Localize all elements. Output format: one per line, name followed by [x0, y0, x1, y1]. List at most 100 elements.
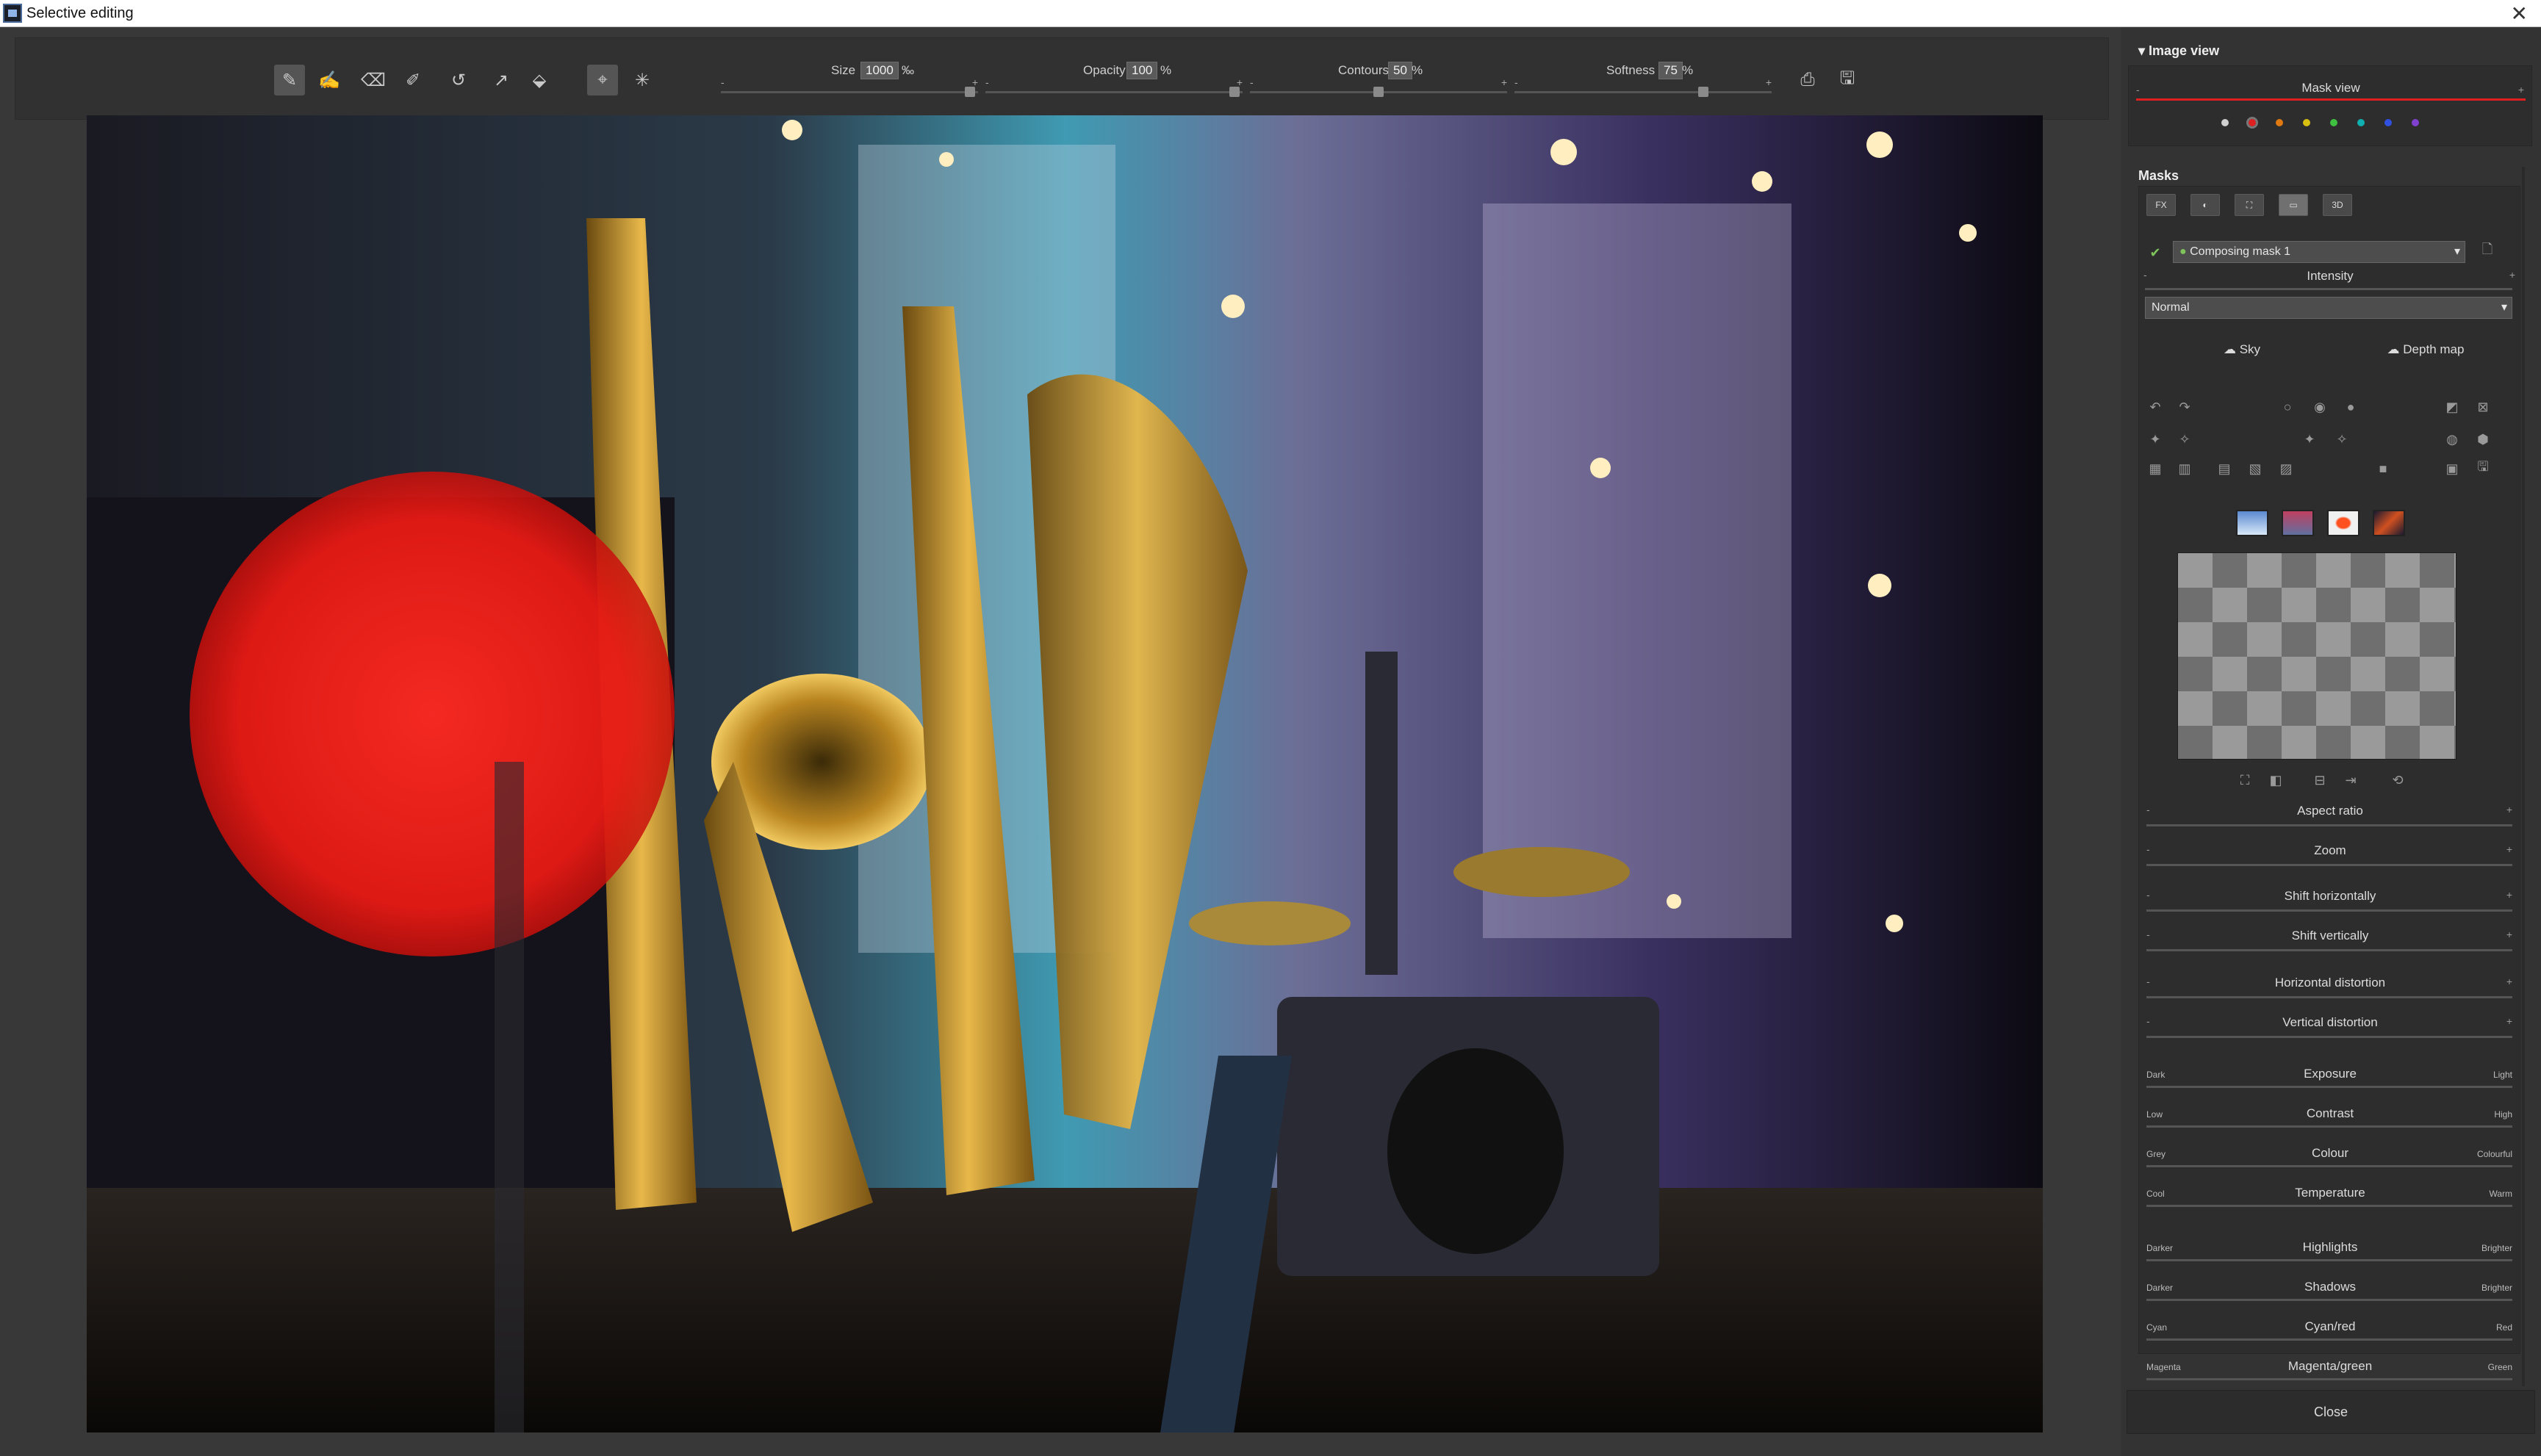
mask-tab[interactable]: ▭	[2279, 194, 2308, 216]
fill-icon[interactable]: ⬙	[524, 65, 555, 95]
transform-label: Shift vertically	[2291, 929, 2369, 943]
template-pattern-thumb[interactable]	[2282, 510, 2314, 536]
mask-color-dot[interactable]	[2412, 119, 2419, 126]
mask-tool-icon[interactable]: ●	[2340, 397, 2361, 417]
close-button[interactable]: Close	[2127, 1390, 2535, 1434]
depth-map-button[interactable]: ☁ Depth map	[2360, 342, 2492, 357]
window-title: Selective editing	[26, 5, 134, 21]
adjust-right-label: Green	[2487, 1362, 2512, 1372]
line-icon[interactable]: ↗	[486, 65, 517, 95]
opacity-value[interactable]: 100	[1126, 62, 1158, 79]
mask-tool-icon[interactable]: ✧	[2332, 429, 2352, 450]
transform-label: Zoom	[2314, 843, 2346, 857]
mask-tool-icon[interactable]: ▦	[2145, 458, 2166, 479]
adjust-label: Magenta/green	[2287, 1359, 2373, 1373]
adjust-label: Cyan/red	[2304, 1319, 2356, 1333]
softness-slider[interactable]: - Softness 75 % +	[1514, 54, 1772, 106]
window-close-button[interactable]: ✕	[2511, 1, 2528, 26]
mask-color-dot[interactable]	[2384, 119, 2392, 126]
mask-tool-icon[interactable]: ◉	[2310, 397, 2330, 417]
mask-tool-icon[interactable]: ▤	[2214, 458, 2235, 479]
fit-icon[interactable]: ⛶	[2235, 770, 2255, 790]
template-sun-thumb[interactable]	[2327, 510, 2360, 536]
blend-mode-value: Normal	[2152, 301, 2190, 314]
mask-tool-icon[interactable]: ✧	[2174, 429, 2195, 450]
flip-icon[interactable]: ⇥	[2340, 770, 2361, 790]
size-value[interactable]: 1000	[860, 62, 899, 79]
mask-preview-checkerboard[interactable]	[2177, 552, 2456, 760]
adjust-label: Colour	[2311, 1146, 2349, 1160]
mask-tab[interactable]: FX	[2146, 194, 2176, 216]
mask-visible-icon[interactable]: ✔	[2145, 242, 2166, 263]
opacity-slider[interactable]: - Opacity 100 % +	[985, 54, 1243, 106]
intensity-slider[interactable]	[2145, 288, 2512, 290]
mask-view-slider[interactable]	[2136, 98, 2526, 101]
side-scrollbar[interactable]	[2522, 167, 2525, 1386]
adjust-label: Temperature	[2295, 1186, 2365, 1200]
mask-tool-icon[interactable]: 🖫	[2473, 458, 2493, 479]
mask-tool-icon[interactable]: ▥	[2174, 458, 2195, 479]
mask-color-dot[interactable]	[2276, 119, 2283, 126]
mask-color-dot[interactable]	[2246, 117, 2258, 129]
mask-tool-icon[interactable]: ↶	[2145, 397, 2166, 417]
size-slider[interactable]: - Size 1000 ‰ +	[721, 54, 978, 106]
mask-tool-icon[interactable]: ✦	[2299, 429, 2320, 450]
adjust-right-label: Brighter	[2481, 1243, 2512, 1253]
transform-label: Horizontal distortion	[2274, 976, 2386, 990]
mask-tool-icon[interactable]: ◍	[2442, 429, 2462, 450]
brush-plus-icon[interactable]: ✍	[314, 65, 345, 95]
eraser-icon[interactable]: ⌫	[358, 65, 389, 95]
softness-knob[interactable]	[1698, 87, 1708, 97]
opacity-knob[interactable]	[1229, 87, 1240, 97]
sky-button[interactable]: ☁ Sky	[2183, 342, 2301, 357]
template-sky-thumb[interactable]	[2236, 510, 2268, 536]
reset-icon[interactable]: ⟲	[2387, 770, 2408, 790]
softness-value[interactable]: 75	[1658, 62, 1683, 79]
adjust-right-label: Light	[2493, 1070, 2512, 1080]
mask-tool-icon[interactable]: ○	[2277, 397, 2298, 417]
load-mask-icon[interactable]: ⎙	[1792, 65, 1823, 95]
mask-select[interactable]: ● Composing mask 1 ▾	[2173, 241, 2465, 263]
align-icon[interactable]: ⊟	[2310, 770, 2330, 790]
mask-color-dot[interactable]	[2357, 119, 2365, 126]
erase-brush-icon[interactable]: ✐	[398, 65, 428, 95]
side-panel: ▾ Image view - Mask view + Masks FX ◐ ⛶ ▭ 3D…	[2121, 27, 2541, 1456]
mask-tool-icon[interactable]: ▨	[2276, 458, 2296, 479]
image-view-panel: - Mask view +	[2128, 65, 2532, 146]
mask-tool-icon[interactable]: ✦	[2145, 429, 2166, 450]
save-mask-icon[interactable]: 🖫	[1832, 65, 1863, 95]
mask-tool-icon[interactable]: ⊠	[2473, 397, 2493, 417]
contours-value[interactable]: 50	[1388, 62, 1412, 79]
contours-knob[interactable]	[1373, 87, 1384, 97]
delete-mask-icon[interactable]: 🗋	[2477, 241, 2498, 262]
template-sunset-thumb[interactable]	[2373, 510, 2405, 536]
brush-toolbar: ✎ ✍ ⌫ ✐ ↺ ↗ ⬙ ⌖ ✳ - Size 1000 ‰ + - Opac…	[15, 37, 2109, 120]
mask-tool-icon[interactable]: ▧	[2245, 458, 2265, 479]
mask-tab[interactable]: 3D	[2323, 194, 2352, 216]
brush-tool-icon[interactable]: ✎	[274, 65, 305, 95]
select-icon[interactable]: ⌖	[587, 65, 618, 95]
mask-color-dot[interactable]	[2330, 119, 2337, 126]
mask-tool-icon[interactable]: ■	[2373, 458, 2393, 479]
adjust-right-label: Red	[2495, 1322, 2512, 1333]
contours-slider[interactable]: - Contours 50 % +	[1250, 54, 1507, 106]
mask-color-dot[interactable]	[2221, 119, 2229, 126]
image-view-heading[interactable]: ▾ Image view	[2138, 43, 2219, 59]
lasso-icon[interactable]: ↺	[443, 65, 474, 95]
mask-view-label: Mask view	[2301, 81, 2360, 95]
size-label: Size	[831, 63, 856, 77]
magic-wand-icon[interactable]: ✳	[627, 65, 658, 95]
active-dot-icon: ●	[2179, 245, 2190, 258]
blend-mode-select[interactable]: Normal ▾	[2145, 297, 2512, 319]
photo-canvas[interactable]	[87, 115, 2043, 1432]
crop-icon[interactable]: ◧	[2265, 770, 2286, 790]
mask-tool-icon[interactable]: ▣	[2442, 458, 2462, 479]
mask-color-dot[interactable]	[2303, 119, 2310, 126]
mask-tool-icon[interactable]: ↷	[2174, 397, 2195, 417]
mask-tab[interactable]: ◐	[2190, 194, 2220, 216]
mask-tool-icon[interactable]: ◩	[2442, 397, 2462, 417]
mask-tool-icon[interactable]: ⬢	[2473, 429, 2493, 450]
size-knob[interactable]	[965, 87, 975, 97]
depth-map-label: Depth map	[2403, 342, 2465, 356]
mask-tab[interactable]: ⛶	[2235, 194, 2264, 216]
